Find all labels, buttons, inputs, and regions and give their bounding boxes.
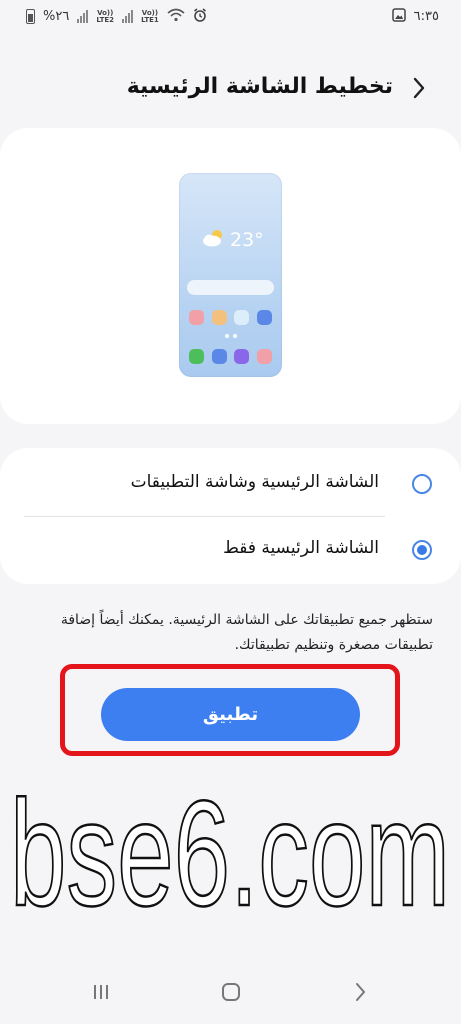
app-row [189, 310, 272, 325]
home-icon [221, 982, 241, 1006]
network-label-2: LTE2 [96, 15, 115, 24]
status-bar-right: ٦:٣٥ [391, 8, 439, 25]
gallery-icon [391, 8, 406, 25]
status-bar: %٢٦ Vo)) LTE2 Vo)) LTE1 ٦:٣٥ [0, 0, 461, 34]
wifi-icon [167, 8, 185, 25]
recents-button[interactable] [81, 980, 121, 1008]
app-icon-preview [256, 349, 272, 364]
radio-button[interactable] [412, 540, 432, 560]
description-text: ستظهر جميع تطبيقاتك على الشاشة الرئيسية.… [60, 612, 433, 653]
option-home-only[interactable]: الشاشة الرئيسية فقط [0, 518, 461, 582]
layout-preview-card: 23° [0, 128, 461, 424]
weather-widget: 23° [201, 228, 264, 252]
chevron-right-icon [412, 76, 426, 104]
back-icon [353, 982, 367, 1006]
page-indicator [179, 334, 282, 338]
screen: %٢٦ Vo)) LTE2 Vo)) LTE1 ٦:٣٥ تخطيط الشاش… [0, 0, 461, 1024]
option-home-and-apps[interactable]: الشاشة الرئيسية وشاشة التطبيقات [0, 452, 461, 516]
header: تخطيط الشاشة الرئيسية [0, 66, 461, 114]
watermark-text: bse6.com [10, 770, 450, 930]
partly-cloudy-icon [201, 228, 227, 252]
search-bar-preview [187, 280, 274, 295]
watermark: bse6.com [0, 770, 461, 930]
back-button[interactable] [405, 74, 433, 106]
phone-preview: 23° [179, 173, 282, 377]
app-icon-preview [256, 310, 272, 325]
navigation-bar [0, 972, 461, 1016]
battery-icon [26, 9, 35, 24]
dock-row [189, 349, 272, 364]
status-time: ٦:٣٥ [413, 9, 439, 24]
option-label: الشاشة الرئيسية فقط [223, 538, 379, 558]
app-icon-preview [234, 349, 250, 364]
page-title: تخطيط الشاشة الرئيسية [126, 74, 393, 99]
temperature: 23° [230, 229, 264, 251]
app-icon-preview [189, 349, 204, 364]
signal-icon [122, 10, 134, 23]
status-bar-left: %٢٦ Vo)) LTE2 Vo)) LTE1 [26, 8, 207, 25]
app-icon-preview [211, 310, 227, 325]
recents-icon [91, 983, 111, 1005]
app-icon-preview [234, 310, 250, 325]
network-indicator-1: Vo)) LTE1 [141, 9, 159, 24]
signal-icon [77, 10, 89, 23]
apply-button[interactable]: تطبيق [101, 688, 360, 741]
alarm-icon [193, 8, 207, 25]
battery-percent: %٢٦ [43, 9, 70, 24]
app-icon-preview [211, 349, 227, 364]
home-button[interactable] [211, 980, 251, 1008]
divider [24, 516, 385, 517]
network-label-1: LTE1 [141, 15, 159, 24]
watermark-logo: bse6.com [9, 770, 452, 930]
layout-options-card: الشاشة الرئيسية وشاشة التطبيقات الشاشة ا… [0, 448, 461, 584]
option-label: الشاشة الرئيسية وشاشة التطبيقات [130, 472, 379, 492]
nav-back-button[interactable] [340, 980, 380, 1008]
app-icon-preview [189, 310, 204, 325]
network-indicator-2: Vo)) LTE2 [96, 9, 115, 24]
radio-button[interactable] [412, 474, 432, 494]
